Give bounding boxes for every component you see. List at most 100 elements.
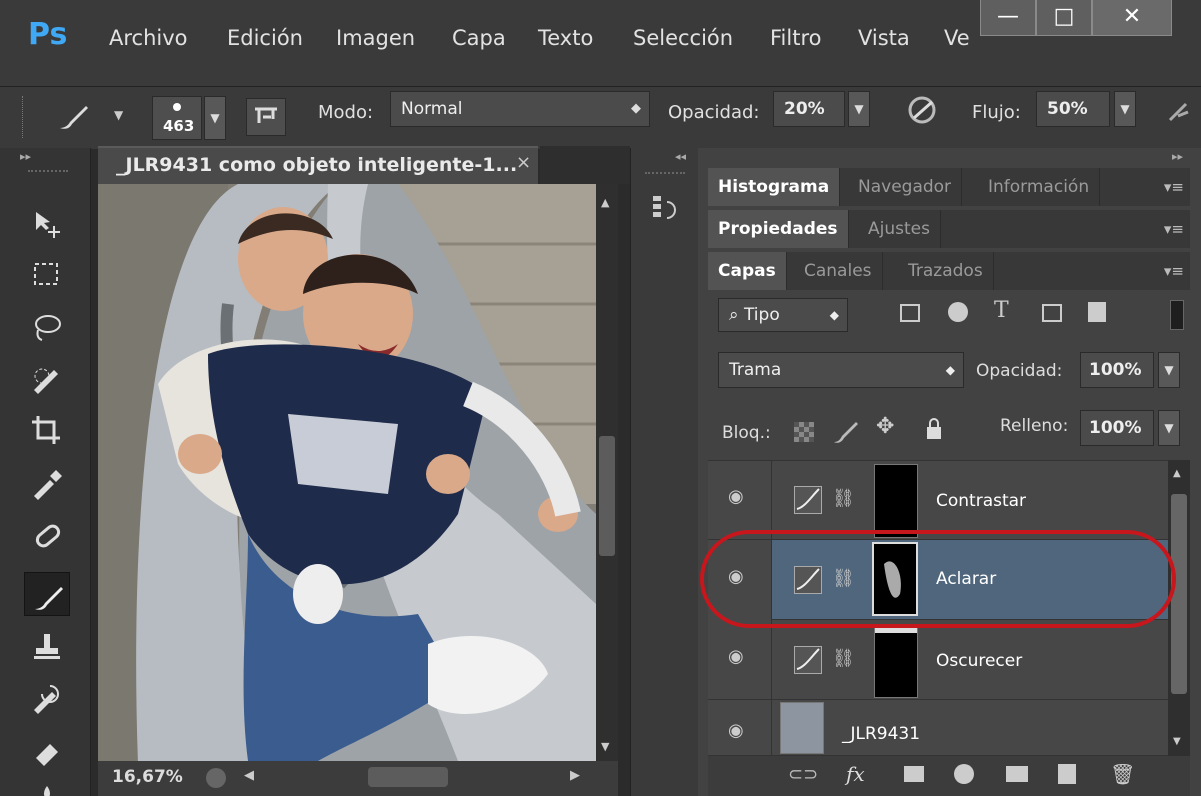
airbrush-pressure-icon[interactable] xyxy=(904,92,940,128)
new-adjustment-icon[interactable] xyxy=(954,764,974,784)
options-grip[interactable] xyxy=(22,96,26,138)
history-panel-icon[interactable] xyxy=(649,192,683,226)
tab-canales[interactable]: Canales xyxy=(794,252,883,290)
tab-capas[interactable]: Capas xyxy=(708,252,787,290)
layer-filter-select[interactable]: ⌕ Tipo ◆ xyxy=(718,298,848,332)
brush-tool-icon[interactable] xyxy=(24,572,70,616)
marquee-tool-icon[interactable] xyxy=(24,252,70,296)
canvas-vertical-scroll-thumb[interactable] xyxy=(599,436,615,556)
layer-opacity-dropdown[interactable]: ▼ xyxy=(1158,352,1180,388)
fx-icon[interactable]: fx xyxy=(846,762,865,786)
brush-tool-preset-icon[interactable] xyxy=(56,100,92,134)
visibility-toggle[interactable]: ◉ xyxy=(708,700,772,756)
new-group-folder-icon[interactable] xyxy=(1006,766,1028,782)
layer-opacity-field[interactable]: 100% xyxy=(1080,352,1154,388)
canvas-vertical-scrollbar[interactable]: ▲ ▼ xyxy=(596,184,618,761)
tab-trazados[interactable]: Trazados xyxy=(898,252,994,290)
opacity-dropdown[interactable]: ▼ xyxy=(848,91,870,127)
tab-navegador[interactable]: Navegador xyxy=(848,168,963,206)
lock-all-icon[interactable] xyxy=(926,418,942,439)
panel-menu-icon[interactable]: ▾≡ xyxy=(1164,168,1184,206)
scroll-down-icon[interactable]: ▼ xyxy=(1173,736,1181,747)
scroll-up-icon[interactable]: ▲ xyxy=(1173,468,1181,479)
history-brush-tool-icon[interactable] xyxy=(24,676,70,720)
menu-texto[interactable]: Texto xyxy=(538,26,593,50)
menu-ventana[interactable]: Ve xyxy=(944,26,970,50)
dock-collapse-icon[interactable]: ◂◂ xyxy=(675,150,686,163)
mode-select[interactable]: Normal ◆ xyxy=(390,91,650,127)
airbrush-icon[interactable] xyxy=(1164,96,1194,126)
lock-pixels-icon[interactable] xyxy=(830,416,860,446)
panels-collapse-icon[interactable]: ▸▸ xyxy=(1172,150,1183,163)
collapse-tools-icon[interactable]: ▸▸ xyxy=(20,150,31,163)
filter-toggle-switch[interactable] xyxy=(1170,300,1184,330)
crop-tool-icon[interactable] xyxy=(24,408,70,452)
chain-link-icon[interactable]: ⛓ xyxy=(832,488,855,509)
layer-row-oscurecer[interactable]: ◉ ⛓ Oscurecer xyxy=(708,620,1168,700)
menu-capa[interactable]: Capa xyxy=(452,26,506,50)
close-window-button[interactable]: ✕ xyxy=(1092,0,1172,36)
hscroll-left-icon[interactable]: ◀ xyxy=(244,768,254,783)
visibility-toggle[interactable]: ◉ xyxy=(708,620,772,700)
layer-row-background[interactable]: ◉ _JLR9431 xyxy=(708,700,1168,756)
brush-panel-toggle-icon[interactable] xyxy=(246,98,286,136)
lasso-tool-icon[interactable] xyxy=(24,304,70,348)
menu-filtro[interactable]: Filtro xyxy=(770,26,821,50)
healing-brush-tool-icon[interactable] xyxy=(24,514,70,558)
blur-tool-icon[interactable] xyxy=(24,776,70,796)
filter-pixel-layer-icon[interactable] xyxy=(900,304,920,322)
quick-selection-tool-icon[interactable] xyxy=(24,356,70,400)
document-tab-close-icon[interactable]: × xyxy=(516,152,531,173)
scroll-up-icon[interactable]: ▲ xyxy=(601,196,609,209)
filter-smart-object-icon[interactable] xyxy=(1088,302,1106,322)
hscroll-right-icon[interactable]: ▶ xyxy=(570,768,580,783)
flow-dropdown[interactable]: ▼ xyxy=(1114,91,1136,127)
flow-field[interactable]: 50% xyxy=(1036,91,1110,127)
tab-histograma[interactable]: Histograma xyxy=(708,168,841,206)
new-layer-icon[interactable] xyxy=(1058,764,1076,784)
opacity-field[interactable]: 20% xyxy=(773,91,845,127)
document-tab[interactable]: _JLR9431 como objeto inteligente-1... × xyxy=(98,146,538,184)
visibility-toggle[interactable]: ◉ xyxy=(708,460,772,540)
preset-dropdown-icon[interactable]: ▼ xyxy=(114,108,123,122)
blend-mode-select[interactable]: Trama ◆ xyxy=(718,352,964,388)
chain-link-icon[interactable]: ⛓ xyxy=(832,648,855,669)
fill-dropdown[interactable]: ▼ xyxy=(1158,410,1180,446)
menu-archivo[interactable]: Archivo xyxy=(109,26,188,50)
filter-shape-layer-icon[interactable] xyxy=(1042,304,1062,322)
menu-seleccion[interactable]: Selección xyxy=(633,26,733,50)
eyedropper-tool-icon[interactable] xyxy=(24,460,70,504)
zoom-level[interactable]: 16,67% xyxy=(112,767,183,787)
layer-row-contrastar[interactable]: ◉ ⛓ Contrastar xyxy=(708,460,1168,540)
dock-grip[interactable] xyxy=(645,172,685,174)
menu-imagen[interactable]: Imagen xyxy=(336,26,415,50)
link-layers-icon[interactable]: ⊂⊃ xyxy=(788,764,818,785)
scroll-down-icon[interactable]: ▼ xyxy=(601,740,609,753)
menu-vista[interactable]: Vista xyxy=(858,26,910,50)
status-info-icon[interactable] xyxy=(206,768,226,788)
panel-menu-icon[interactable]: ▾≡ xyxy=(1164,210,1184,248)
layer-mask-thumbnail[interactable] xyxy=(874,624,918,698)
tools-grip[interactable] xyxy=(28,170,68,172)
menu-edicion[interactable]: Edición xyxy=(227,26,303,50)
layer-thumbnail[interactable] xyxy=(780,702,824,754)
eraser-tool-icon[interactable] xyxy=(24,728,70,772)
tab-propiedades[interactable]: Propiedades xyxy=(708,210,849,248)
filter-type-layer-icon[interactable]: T xyxy=(994,298,1009,323)
lock-position-icon[interactable]: ✥ xyxy=(876,414,894,439)
tab-ajustes[interactable]: Ajustes xyxy=(858,210,941,248)
maximize-button[interactable]: □ xyxy=(1036,0,1092,36)
panel-menu-icon[interactable]: ▾≡ xyxy=(1164,252,1184,290)
tab-informacion[interactable]: Información xyxy=(978,168,1101,206)
trash-icon[interactable]: 🗑 xyxy=(1110,762,1135,786)
brush-size-dropdown[interactable]: ▼ xyxy=(204,96,226,140)
minimize-button[interactable]: — xyxy=(980,0,1036,36)
document-canvas[interactable] xyxy=(98,184,596,761)
clone-stamp-tool-icon[interactable] xyxy=(24,624,70,668)
brush-size-picker[interactable]: 463 xyxy=(152,96,202,140)
canvas-horizontal-scroll-thumb[interactable] xyxy=(368,767,448,787)
add-mask-icon[interactable] xyxy=(904,766,924,782)
layers-scrollbar[interactable]: ▲ ▼ xyxy=(1168,460,1190,756)
filter-adjustment-layer-icon[interactable] xyxy=(948,302,968,322)
layer-mask-thumbnail[interactable] xyxy=(874,464,918,538)
